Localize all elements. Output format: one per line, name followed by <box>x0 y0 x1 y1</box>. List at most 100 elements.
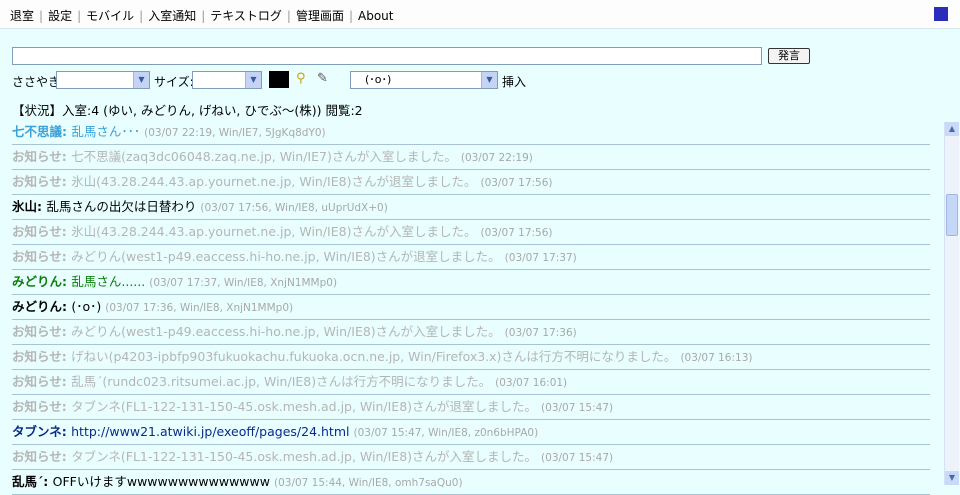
message-author: タブンネ <box>12 424 62 439</box>
chat-message-row: お知らせ: タブンネ(FL1-122-131-150-45.osk.mesh.a… <box>12 445 930 470</box>
pin-icon[interactable]: ⚲ <box>296 71 306 86</box>
message-meta: (03/07 17:56) <box>480 177 553 189</box>
menu-item[interactable]: 退室 <box>10 9 34 23</box>
menu-item[interactable]: モバイル <box>86 9 134 23</box>
chat-message-row: お知らせ: げねい(p4203-ipbfp903fukuokachu.fukuo… <box>12 345 930 370</box>
chat-message-row: みどりん: 乱馬さん...... (03/07 17:37, Win/IE8, X… <box>12 270 930 295</box>
menu-item[interactable]: 管理画面 <box>296 9 344 23</box>
message-meta: (03/07 22:19, Win/IE7, 5JgKq8dY0) <box>144 127 326 139</box>
message-text: (･o･) <box>71 299 102 314</box>
chat-message-row: お知らせ: 七不思議(zaq3dc06048.zaq.ne.jp, Win/IE… <box>12 145 930 170</box>
menu-item[interactable]: 設定 <box>48 9 72 23</box>
chevron-down-icon: ▼ <box>133 72 149 88</box>
menu-separator: | <box>139 9 144 23</box>
message-meta: (03/07 17:37) <box>504 252 577 264</box>
message-text: 氷山(43.28.244.43.ap.yournet.ne.jp, Win/IE… <box>71 224 477 239</box>
whisper-select[interactable]: ▼ <box>56 71 150 89</box>
message-meta: (03/07 17:37, Win/IE8, XnjN1MMp0) <box>149 277 338 289</box>
message-text: 乱馬さんの出欠は日替わり <box>46 199 197 214</box>
message-author: お知らせ <box>12 374 62 389</box>
author-separator: : <box>61 349 72 364</box>
author-separator: : <box>61 374 72 389</box>
message-text: みどりん(west1-p49.eaccess.hi-ho.ne.jp, Win/… <box>71 324 501 339</box>
menu-item[interactable]: 入室通知 <box>148 9 196 23</box>
message-text: 七不思議(zaq3dc06048.zaq.ne.jp, Win/IE7)さんが入… <box>71 149 457 164</box>
say-button[interactable]: 発言 <box>768 48 810 64</box>
chat-log: 七不思議: 乱馬さん･･･ (03/07 22:19, Win/IE7, 5JgK… <box>12 120 930 495</box>
author-separator: : <box>62 124 72 139</box>
author-separator: : <box>61 399 72 414</box>
menu-separator: | <box>286 9 291 23</box>
scroll-thumb[interactable] <box>946 194 958 236</box>
chat-message-row: 乱馬´: OFFいけますwwwwwwwwwwwwww (03/07 15:44, … <box>12 470 930 495</box>
author-separator: : <box>61 174 72 189</box>
face-value: (･o･) <box>365 73 392 86</box>
message-author: お知らせ <box>12 399 62 414</box>
menu-item[interactable]: テキストログ <box>210 9 282 23</box>
chat-message-row: 氷山: 乱馬さんの出欠は日替わり (03/07 17:56, Win/IE8, u… <box>12 195 930 220</box>
message-meta: (03/07 16:01) <box>495 377 568 389</box>
message-author: お知らせ <box>12 349 62 364</box>
author-separator: : <box>37 199 47 214</box>
menu-separator: | <box>201 9 206 23</box>
message-meta: (03/07 17:36, Win/IE8, XnjN1MMp0) <box>105 302 294 314</box>
message-text: 氷山(43.28.244.43.ap.yournet.ne.jp, Win/IE… <box>71 174 477 189</box>
chat-message-row: お知らせ: 氷山(43.28.244.43.ap.yournet.ne.jp, … <box>12 170 930 195</box>
chat-message-row: お知らせ: 乱馬´(rundc023.ritsumei.ac.jp, Win/I… <box>12 370 930 395</box>
message-text[interactable]: http://www21.atwiki.jp/exeoff/pages/24.h… <box>71 424 349 439</box>
message-author: 氷山 <box>12 199 38 214</box>
menu-separator: | <box>39 9 44 23</box>
chat-message-row: 七不思議: 乱馬さん･･･ (03/07 22:19, Win/IE7, 5JgK… <box>12 120 930 145</box>
message-text: みどりん(west1-p49.eaccess.hi-ho.ne.jp, Win/… <box>71 249 501 264</box>
author-separator: : <box>62 274 72 289</box>
chat-message-row: お知らせ: 氷山(43.28.244.43.ap.yournet.ne.jp, … <box>12 220 930 245</box>
message-text: タブンネ(FL1-122-131-150-45.osk.mesh.ad.jp, … <box>71 399 538 414</box>
message-author: みどりん <box>12 299 63 314</box>
message-meta: (03/07 15:44, Win/IE8, omh7saQu0) <box>273 477 463 489</box>
paperclip-icon[interactable]: ✎ <box>317 71 328 86</box>
message-text: 乱馬さん･･･ <box>71 124 141 139</box>
chat-message-row: タブンネ: http://www21.atwiki.jp/exeoff/page… <box>12 420 930 445</box>
chat-message-row: お知らせ: みどりん(west1-p49.eaccess.hi-ho.ne.jp… <box>12 320 930 345</box>
message-meta: (03/07 15:47, Win/IE8, z0n6bHPA0) <box>353 427 539 439</box>
message-author: みどりん <box>12 274 63 289</box>
author-separator: : <box>62 299 72 314</box>
menu-separator: | <box>77 9 82 23</box>
message-author: お知らせ <box>12 149 62 164</box>
message-author: お知らせ <box>12 224 62 239</box>
menu-separator: | <box>348 9 353 23</box>
message-author: お知らせ <box>12 324 62 339</box>
message-input[interactable] <box>12 47 762 65</box>
message-meta: (03/07 17:56, Win/IE8, uUprUdX+0) <box>200 202 388 214</box>
menu-links: 退室 | 設定 | モバイル | 入室通知 | テキストログ | 管理画面 | About <box>10 7 393 24</box>
chat-message-row: お知らせ: みどりん(west1-p49.eaccess.hi-ho.ne.jp… <box>12 245 930 270</box>
author-separator: : <box>61 324 72 339</box>
scroll-up-icon[interactable]: ▲ <box>945 122 959 136</box>
scroll-down-icon[interactable]: ▼ <box>945 471 959 485</box>
chat-message-row: みどりん: (･o･) (03/07 17:36, Win/IE8, XnjN1M… <box>12 295 930 320</box>
message-meta: (03/07 15:47) <box>541 402 614 414</box>
message-author: お知らせ <box>12 249 62 264</box>
author-separator: : <box>61 149 72 164</box>
message-meta: (03/07 17:36) <box>504 327 577 339</box>
author-separator: : <box>61 224 72 239</box>
scrollbar[interactable]: ▲ ▼ <box>944 122 959 485</box>
size-select[interactable]: ▼ <box>192 71 262 89</box>
author-separator: : <box>61 249 72 264</box>
size-label: サイズ: <box>154 75 194 89</box>
color-swatch[interactable] <box>269 71 289 88</box>
face-select[interactable]: (･o･) ▼ <box>350 71 498 89</box>
menu-bar: 退室 | 設定 | モバイル | 入室通知 | テキストログ | 管理画面 | About <box>0 0 960 29</box>
message-meta: (03/07 22:19) <box>460 152 533 164</box>
chevron-down-icon: ▼ <box>481 72 497 88</box>
message-author: お知らせ <box>12 174 62 189</box>
menu-item[interactable]: About <box>358 9 393 23</box>
message-text: 乱馬´(rundc023.ritsumei.ac.jp, Win/IE8)さんは… <box>71 374 492 389</box>
message-meta: (03/07 16:13) <box>680 352 753 364</box>
message-meta: (03/07 17:56) <box>480 227 553 239</box>
author-separator: : <box>61 449 72 464</box>
status-line: 【状況】入室:4 (ゆい, みどりん, げねい, ひでぶ～(株)) 閲覧:2 <box>12 103 363 118</box>
chevron-down-icon: ▼ <box>245 72 261 88</box>
insert-link[interactable]: 挿入 <box>502 73 526 90</box>
color-indicator[interactable] <box>934 7 948 21</box>
